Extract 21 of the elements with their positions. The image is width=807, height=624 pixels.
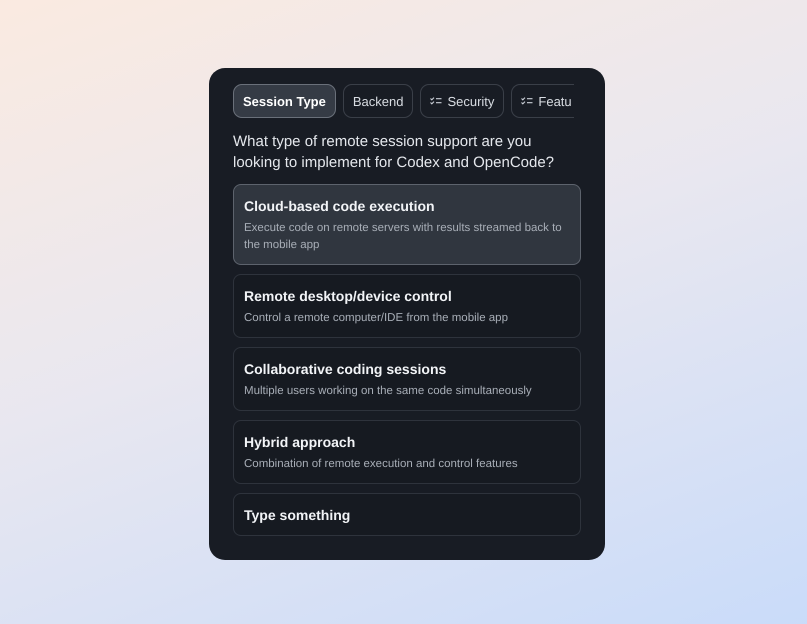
tab[interactable]: Session Type <box>233 84 336 118</box>
tab[interactable]: Security <box>420 84 504 118</box>
option-card[interactable]: Type something <box>233 493 581 536</box>
option-title: Cloud-based code execution <box>244 197 436 216</box>
option-card[interactable]: Remote desktop/device control Control a remote computer/IDE from the mobile app <box>233 274 581 338</box>
checklist-icon <box>521 97 534 105</box>
option-description: Multiple users working on the same code simultaneously <box>244 384 533 399</box>
option-title: Hybrid approach <box>244 433 356 452</box>
question-text: What type of remote session support are you looking to implement for Codex and OpenCode? <box>233 132 556 173</box>
tab[interactable]: Featu <box>511 84 574 118</box>
option-description: Combination of remote execution and control features <box>244 457 519 472</box>
option-card[interactable]: Collaborative coding sessions Multiple users working on the same code simultaneously <box>233 347 581 411</box>
checklist-icon <box>430 97 442 105</box>
option-title: Collaborative coding sessions <box>244 360 448 379</box>
tab[interactable]: Backend <box>342 84 414 118</box>
option-title: Type something <box>244 506 352 525</box>
option-card[interactable]: Cloud-based code execution Execute code on remote servers with results streamed back to the mobile app <box>233 184 581 265</box>
option-card[interactable]: Hybrid approach Combination of remote execution and control features <box>233 420 581 484</box>
option-description: Control a remote computer/IDE from the mobile app <box>244 311 509 326</box>
option-description: Execute code on remote servers with results streamed back to the mobile app <box>244 221 563 253</box>
option-title: Remote desktop/device control <box>244 287 453 306</box>
